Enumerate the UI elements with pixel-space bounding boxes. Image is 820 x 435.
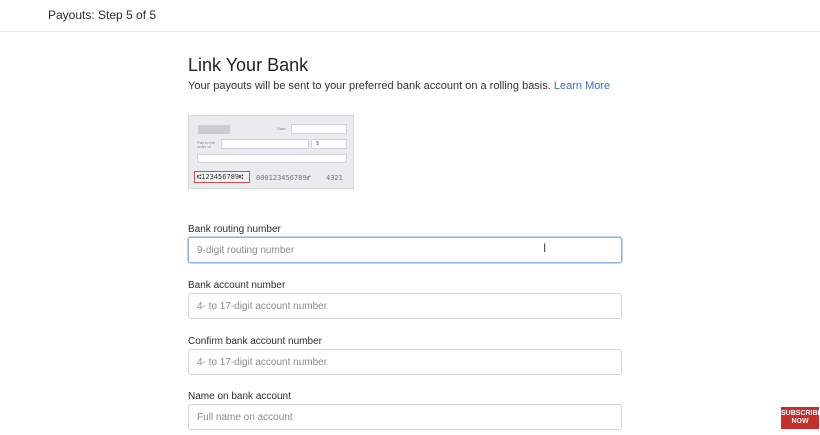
- page-subtitle: Your payouts will be sent to your prefer…: [188, 80, 610, 92]
- step-indicator: Payouts: Step 5 of 5: [48, 8, 157, 22]
- routing-number-input[interactable]: [188, 237, 622, 263]
- account-number-input[interactable]: [188, 293, 622, 319]
- check-payee-line: [221, 139, 309, 149]
- check-memo-line: [197, 154, 347, 163]
- check-dollar-sign: $: [316, 141, 319, 147]
- sample-check-illustration: Date Pay to the order of $ ⑆123456789⑆ 0…: [188, 115, 354, 189]
- account-holder-name-label: Name on bank account: [188, 391, 291, 402]
- routing-number-label: Bank routing number: [188, 224, 281, 235]
- check-number: 4321: [326, 174, 343, 182]
- learn-more-link[interactable]: Learn More: [554, 80, 610, 92]
- confirm-account-number-input[interactable]: [188, 349, 622, 375]
- check-amount-box: $: [311, 139, 347, 149]
- account-holder-name-input[interactable]: [188, 404, 622, 430]
- confirm-account-number-label: Confirm bank account number: [188, 336, 322, 347]
- check-date-label: Date: [277, 126, 286, 131]
- check-bank-name-placeholder: [198, 125, 230, 134]
- subtitle-text: Your payouts will be sent to your prefer…: [188, 80, 551, 92]
- top-bar: Payouts: Step 5 of 5: [0, 0, 820, 32]
- check-routing-number-highlight: ⑆123456789⑆: [194, 171, 250, 183]
- text-cursor-icon: I: [543, 241, 547, 255]
- check-pay-to-label: Pay to the order of: [197, 140, 216, 149]
- account-number-label: Bank account number: [188, 280, 286, 291]
- check-account-number: 000123456789⑈: [256, 174, 311, 182]
- page-title: Link Your Bank: [188, 55, 309, 75]
- check-date-line: [291, 124, 347, 134]
- subscribe-now-badge[interactable]: SUBSCRIBE NOW: [781, 407, 820, 429]
